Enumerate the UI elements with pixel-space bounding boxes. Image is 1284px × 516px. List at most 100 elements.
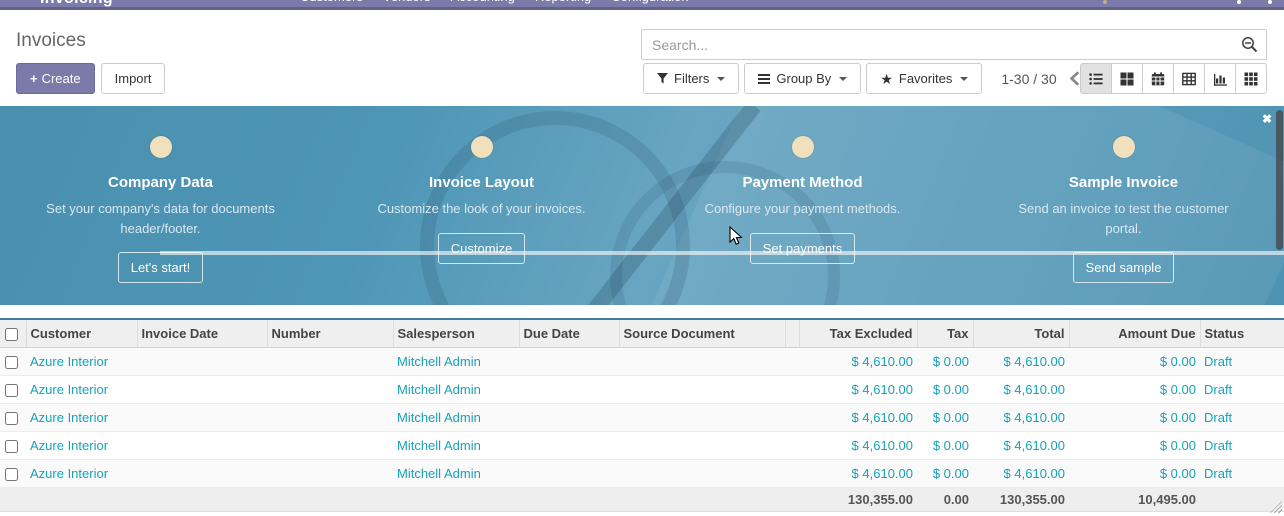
cell-total: $ 4,610.00 [973,375,1069,403]
column-header-tax_excluded[interactable]: Tax Excluded [799,319,917,347]
cell-salesperson: Mitchell Admin [393,347,519,375]
cell-amount_due: $ 0.00 [1069,431,1200,459]
top-menu-item[interactable]: Vendors [383,0,431,4]
footer-total-tax_excluded: 130,355.00 [799,487,917,511]
row-checkbox-cell[interactable] [0,403,26,431]
top-menu-item[interactable]: Customers [300,0,363,4]
select-all-checkbox-cell[interactable] [0,319,26,347]
row-checkbox[interactable] [5,412,18,425]
step-description: Set your company's data for documents he… [46,199,276,238]
invoice-row[interactable]: Azure InteriorMitchell Admin$ 4,610.00$ … [0,459,1284,487]
cell-due_date [519,459,619,487]
activity-view-button[interactable] [1235,63,1267,94]
cell-customer: Azure Interior [26,347,137,375]
funnel-icon [657,73,668,84]
cell-invoice_date [137,347,267,375]
cell-source_document [619,431,785,459]
step-action-button[interactable]: Send sample [1073,252,1175,283]
filters-button[interactable]: Filters [643,63,739,94]
app-name[interactable]: Invoicing [40,0,113,8]
step-action-button[interactable]: Customize [438,233,525,264]
column-header-invoice_date[interactable]: Invoice Date [137,319,267,347]
list-view-button[interactable] [1080,63,1112,94]
cell-amount_due: $ 0.00 [1069,403,1200,431]
chevron-down-icon [839,77,847,81]
step-description: Customize the look of your invoices. [377,199,585,219]
row-checkbox-cell[interactable] [0,459,26,487]
step-action-button[interactable]: Let's start! [118,252,204,283]
cell-source_document [619,375,785,403]
pivot-icon [1182,72,1196,86]
footer-total-due_date [519,487,619,511]
step-description: Send an invoice to test the customer por… [1009,199,1239,238]
vertical-scrollbar-thumb[interactable] [1276,110,1283,250]
row-checkbox[interactable] [5,356,18,369]
invoice-row[interactable]: Azure InteriorMitchell Admin$ 4,610.00$ … [0,375,1284,403]
onboarding-step: Company Data Set your company's data for… [0,106,321,305]
star-icon: ★ [880,72,893,86]
favorites-button[interactable]: ★ Favorites [866,63,982,94]
top-menu-item[interactable]: Accounting [451,0,515,4]
cell-status: Draft [1200,431,1284,459]
column-header-amount_due[interactable]: Amount Due [1069,319,1200,347]
column-header-salesperson[interactable]: Salesperson [393,319,519,347]
column-header-customer[interactable]: Customer [26,319,137,347]
column-header-tax[interactable]: Tax [917,319,973,347]
cell-spacer [785,347,799,375]
table-footer-row: 130,355.000.00130,355.0010,495.00 [0,487,1284,511]
navbar-user-menu-icon[interactable] [1237,0,1241,4]
step-action-button[interactable]: Set payments [750,233,856,264]
navbar-activity-icon[interactable] [1103,0,1107,4]
top-menu-item[interactable]: Configuration [611,0,688,4]
cell-invoice_date [137,459,267,487]
column-header-total[interactable]: Total [973,319,1069,347]
step-description: Configure your payment methods. [705,199,901,219]
invoice-row[interactable]: Azure InteriorMitchell Admin$ 4,610.00$ … [0,403,1284,431]
import-button[interactable]: Import [101,63,166,94]
row-checkbox-cell[interactable] [0,431,26,459]
search-input[interactable] [641,29,1267,60]
footer-total-source_document [619,487,785,511]
pivot-view-button[interactable] [1173,63,1205,94]
close-icon[interactable]: ✖ [1262,112,1272,126]
column-header-number[interactable]: Number [267,319,393,347]
cell-total: $ 4,610.00 [973,403,1069,431]
kanban-view-button[interactable] [1111,63,1143,94]
top-menu-item[interactable]: Reporting [535,0,591,4]
footer-total-total: 130,355.00 [973,487,1069,511]
column-header-status[interactable]: Status [1200,319,1284,347]
row-checkbox[interactable] [5,440,18,453]
table-body: Azure InteriorMitchell Admin$ 4,610.00$ … [0,347,1284,487]
view-switcher [1080,63,1267,94]
search-icon[interactable] [1241,36,1258,58]
calendar-icon [1151,72,1165,86]
cell-total: $ 4,610.00 [973,459,1069,487]
cell-invoice_date [137,403,267,431]
calendar-view-button[interactable] [1142,63,1174,94]
list-icon [1089,72,1103,86]
row-checkbox[interactable] [5,468,18,481]
row-checkbox[interactable] [5,384,18,397]
cell-salesperson: Mitchell Admin [393,375,519,403]
cell-customer: Azure Interior [26,375,137,403]
select-all-checkbox[interactable] [5,328,18,341]
graph-view-button[interactable] [1204,63,1236,94]
footer-total-invoice_date [137,487,267,511]
column-header-source_document[interactable]: Source Document [619,319,785,347]
invoice-row[interactable]: Azure InteriorMitchell Admin$ 4,610.00$ … [0,347,1284,375]
row-checkbox-cell[interactable] [0,375,26,403]
cell-tax: $ 0.00 [917,403,973,431]
invoice-row[interactable]: Azure InteriorMitchell Admin$ 4,610.00$ … [0,431,1284,459]
group-by-button[interactable]: Group By [744,63,861,94]
column-header-due_date[interactable]: Due Date [519,319,619,347]
cell-number [267,347,393,375]
row-checkbox-cell[interactable] [0,347,26,375]
cell-due_date [519,431,619,459]
bars-icon [758,72,770,86]
column-header-spacer [785,319,799,347]
top-navbar: Invoicing Customers Vendors Accounting Repo… [0,0,1284,10]
create-button[interactable]: +Create [16,63,95,94]
cell-customer: Azure Interior [26,459,137,487]
navbar-dropdown-icon[interactable] [1268,0,1272,4]
chevron-down-icon [717,77,725,81]
